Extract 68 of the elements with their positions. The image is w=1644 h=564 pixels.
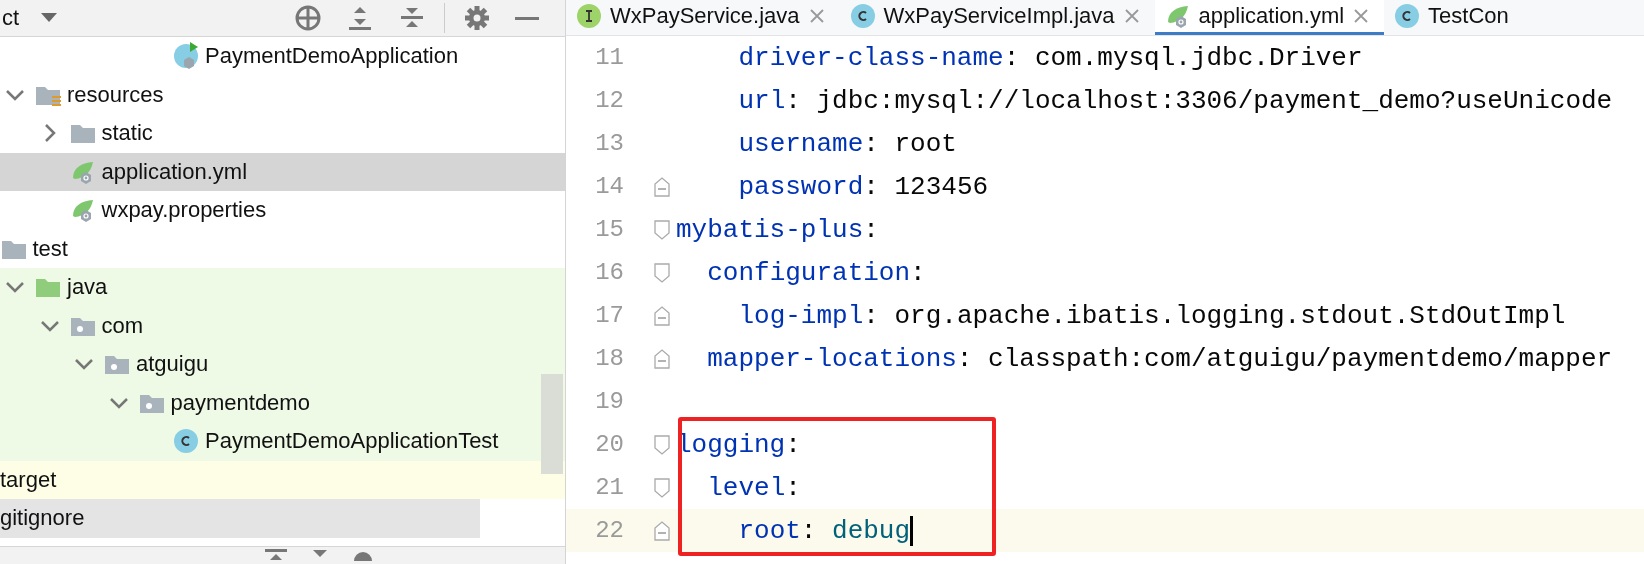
line-number: 12 bbox=[594, 87, 624, 114]
code-line: url: jdbc:mysql://localhost:3306/payment_demo?useUnicode bbox=[738, 85, 1613, 116]
editor-tab[interactable]: WxPayService.java bbox=[566, 0, 840, 35]
tree-item[interactable]: target bbox=[0, 460, 565, 499]
hide-button[interactable] bbox=[515, 16, 539, 20]
settings-button[interactable] bbox=[463, 4, 491, 32]
panel-title: ct bbox=[2, 5, 20, 31]
tree-item[interactable]: wxpay.properties bbox=[0, 191, 565, 230]
class-icon bbox=[173, 428, 199, 455]
locate-button[interactable] bbox=[294, 4, 322, 32]
line-number: 21 bbox=[594, 474, 624, 501]
tree-item[interactable]: static bbox=[0, 114, 565, 153]
editor-tab[interactable]: application.yml bbox=[1154, 0, 1385, 35]
fold-icon bbox=[653, 261, 671, 284]
close-icon bbox=[1352, 7, 1371, 25]
tree-item[interactable]: application.yml bbox=[0, 152, 565, 191]
unfold-icon bbox=[653, 304, 671, 327]
tree-item[interactable]: resources bbox=[0, 75, 565, 114]
tree-item[interactable]: test bbox=[0, 229, 565, 268]
spring-class-icon bbox=[173, 41, 201, 72]
line-number: 16 bbox=[594, 259, 624, 286]
fold-icon bbox=[653, 433, 671, 456]
code-line: logging: bbox=[676, 429, 801, 460]
expand-all-icon bbox=[346, 4, 374, 32]
tree-item[interactable]: java bbox=[0, 268, 565, 307]
class-icon bbox=[849, 3, 876, 29]
line-number: 20 bbox=[594, 431, 624, 458]
collapse-icon bbox=[263, 547, 289, 561]
line-number: 11 bbox=[594, 44, 624, 71]
code-line: mybatis-plus: bbox=[676, 214, 879, 245]
line-number: 14 bbox=[594, 173, 624, 200]
crosshair-icon bbox=[294, 4, 322, 32]
code-line: mapper-locations: classpath:com/atguigu/paymentdemo/mapper bbox=[707, 343, 1613, 374]
code-line: username: root bbox=[738, 128, 957, 159]
editor-tab[interactable]: WxPayServiceImpl.java bbox=[839, 0, 1155, 35]
interface-icon bbox=[576, 3, 602, 29]
close-icon bbox=[807, 7, 826, 25]
fold-icon bbox=[653, 218, 671, 241]
expand-all-button[interactable] bbox=[346, 4, 374, 32]
line-number: 13 bbox=[594, 130, 624, 157]
text-cursor bbox=[910, 515, 914, 546]
code-line: level: bbox=[707, 472, 801, 503]
settings-icon bbox=[463, 4, 491, 32]
line-number: 17 bbox=[594, 302, 624, 329]
tree-item[interactable]: atguigu bbox=[0, 345, 565, 384]
tree-item[interactable]: PaymentDemoApplicationTest bbox=[0, 422, 565, 461]
code-line: log-impl: org.apache.ibatis.logging.stdout.StdOutImpl bbox=[738, 300, 1566, 331]
minimize-icon bbox=[515, 16, 539, 20]
fold-icon bbox=[653, 476, 671, 499]
tree-item[interactable]: gitignore bbox=[0, 499, 480, 538]
tree-item[interactable]: paymentdemo bbox=[0, 383, 565, 422]
unfold-icon bbox=[653, 519, 671, 542]
unfold-icon bbox=[653, 347, 671, 370]
unfold-icon bbox=[653, 175, 671, 198]
code-line: password: 123456 bbox=[738, 171, 989, 202]
code-line: configuration: bbox=[707, 257, 926, 288]
code-line: driver-class-name: com.mysql.jdbc.Driver bbox=[738, 42, 1363, 73]
code-line: root: debug bbox=[738, 515, 911, 546]
class-icon bbox=[1394, 3, 1421, 29]
tree-item[interactable]: com bbox=[0, 306, 565, 345]
line-number: 19 bbox=[594, 388, 624, 415]
close-icon bbox=[1122, 7, 1141, 25]
tree-item[interactable]: PaymentDemoApplication bbox=[0, 37, 565, 76]
line-number: 15 bbox=[594, 216, 624, 243]
line-number: 22 bbox=[594, 517, 624, 544]
line-number: 18 bbox=[594, 345, 624, 372]
scrollbar-thumb[interactable] bbox=[541, 374, 563, 474]
editor-tab[interactable]: TestCon bbox=[1384, 0, 1523, 35]
